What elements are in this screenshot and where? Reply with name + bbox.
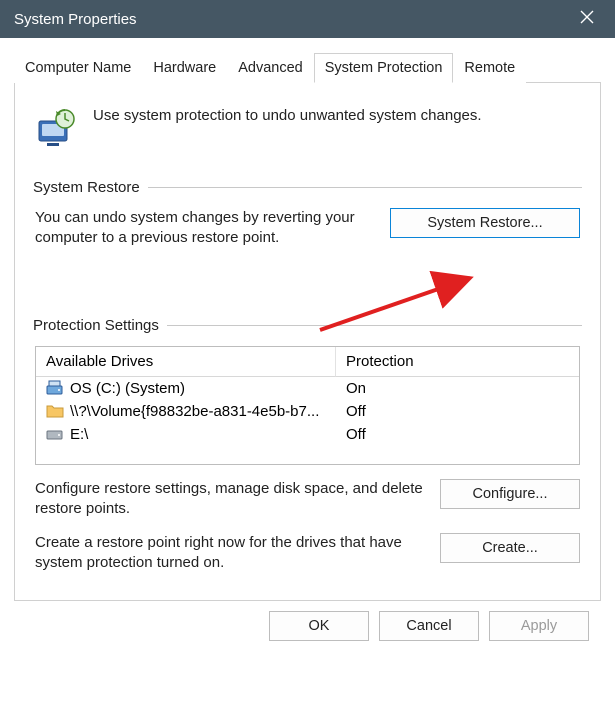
table-row[interactable]: E:\ Off [36,423,579,446]
tab-system-protection[interactable]: System Protection [314,53,454,83]
tab-row: Computer Name Hardware Advanced System P… [14,52,601,83]
group-system-restore: System Restore You can undo system chang… [33,179,582,249]
column-header-protection[interactable]: Protection [336,347,579,377]
group-label-system-restore: System Restore [33,179,140,196]
group-label-protection-settings: Protection Settings [33,317,159,334]
dialog-footer: OK Cancel Apply [12,601,603,655]
tab-advanced[interactable]: Advanced [227,53,314,83]
drives-table: Available Drives Protection OS (C:) (Sys… [35,346,580,465]
create-button[interactable]: Create... [440,533,580,563]
content-area: Computer Name Hardware Advanced System P… [0,38,615,667]
folder-icon [46,403,64,419]
table-row[interactable]: OS (C:) (System) On [36,377,579,400]
configure-description: Configure restore settings, manage disk … [35,479,426,520]
apply-button: Apply [489,611,589,641]
drive-protection: Off [336,400,579,423]
drive-protection: Off [336,423,579,446]
window-title: System Properties [14,11,137,28]
drives-header-row: Available Drives Protection [36,347,579,377]
ok-button[interactable]: OK [269,611,369,641]
create-description: Create a restore point right now for the… [35,533,426,574]
system-restore-description: You can undo system changes by reverting… [35,208,376,249]
tab-computer-name[interactable]: Computer Name [14,53,142,83]
group-rule [167,325,582,326]
tab-hardware[interactable]: Hardware [142,53,227,83]
tab-panel: Use system protection to undo unwanted s… [14,83,601,601]
column-header-drives[interactable]: Available Drives [36,347,336,377]
drives-body: OS (C:) (System) On \\?\Volume{f98832be-… [36,377,579,464]
intro-row: Use system protection to undo unwanted s… [33,105,582,151]
system-protection-icon [33,105,79,151]
group-rule [148,187,582,188]
cancel-button[interactable]: Cancel [379,611,479,641]
tab-remote[interactable]: Remote [453,53,526,83]
drive-name: OS (C:) (System) [70,380,185,397]
drive-protection: On [336,377,579,400]
disk-system-icon [46,380,64,396]
intro-text: Use system protection to undo unwanted s… [93,105,482,124]
titlebar: System Properties [0,0,615,38]
disk-icon [46,426,64,442]
group-protection-settings: Protection Settings Available Drives Pro… [33,317,582,574]
close-icon[interactable] [573,10,601,29]
drive-name: E:\ [70,426,88,443]
configure-button[interactable]: Configure... [440,479,580,509]
drive-name: \\?\Volume{f98832be-a831-4e5b-b7... [70,403,319,420]
table-row[interactable]: \\?\Volume{f98832be-a831-4e5b-b7... Off [36,400,579,423]
system-restore-button[interactable]: System Restore... [390,208,580,238]
